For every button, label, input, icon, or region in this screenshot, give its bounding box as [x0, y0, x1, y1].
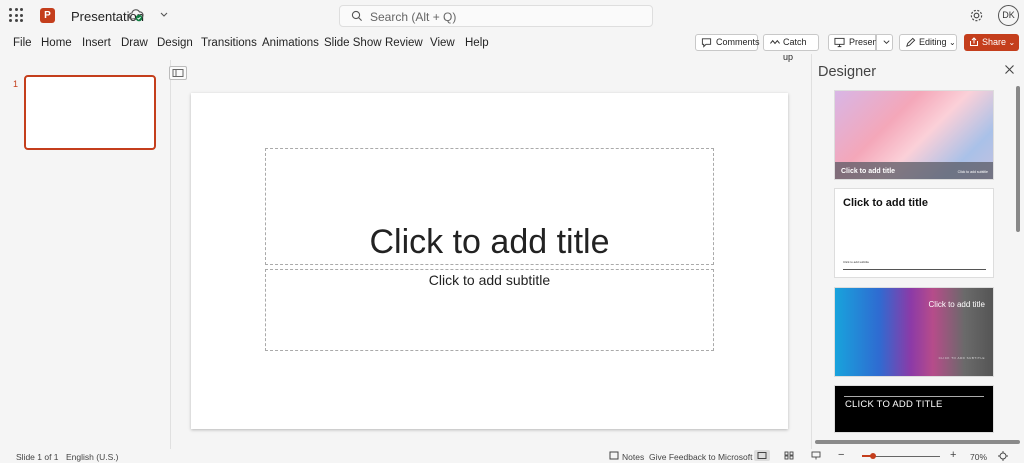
share-button[interactable]: Share ⌄	[964, 34, 1019, 51]
settings-gear-icon[interactable]	[969, 8, 984, 23]
comments-label: Comments	[716, 37, 760, 47]
language-indicator[interactable]: English (U.S.)	[66, 452, 118, 462]
title-bar: P Presentation Search (Alt + Q) DK	[0, 0, 1024, 32]
zoom-in-icon[interactable]: +	[950, 449, 956, 461]
tab-insert[interactable]: Insert	[82, 37, 111, 49]
horizontal-scrollbar[interactable]	[815, 440, 1020, 444]
notes-button[interactable]: Notes	[622, 452, 644, 462]
search-placeholder: Search (Alt + Q)	[370, 10, 457, 24]
fit-to-window-icon[interactable]	[998, 451, 1008, 461]
present-icon	[834, 37, 845, 48]
slide-thumbnail-number: 1	[13, 79, 19, 89]
design-idea-card[interactable]: CLICK TO ADD TITLE	[834, 385, 994, 433]
tab-slide-show[interactable]: Slide Show	[324, 37, 382, 49]
normal-view-icon[interactable]	[754, 450, 770, 461]
tab-review[interactable]: Review	[385, 37, 423, 49]
catch-up-button[interactable]: Catch up	[763, 34, 819, 62]
subtitle-placeholder-text: Click to add subtitle	[428, 272, 551, 288]
present-dropdown[interactable]	[876, 34, 893, 51]
zoom-slider-handle[interactable]	[869, 453, 876, 459]
design-idea-subtitle: CLICK TO ADD SUBTITLE	[938, 356, 985, 360]
chevron-down-icon[interactable]	[158, 8, 170, 22]
search-icon	[351, 10, 362, 21]
design-idea-subtitle: Click to add subtitle	[843, 260, 870, 264]
present-button[interactable]: Present	[828, 34, 880, 51]
tab-transitions[interactable]: Transitions	[201, 37, 257, 49]
design-idea-card[interactable]: Click to add title Click to add subtitle	[834, 90, 994, 180]
catch-up-icon	[770, 39, 780, 45]
tab-view[interactable]: View	[430, 37, 455, 49]
designer-title: Designer	[818, 64, 877, 80]
design-idea-divider	[844, 396, 984, 397]
title-placeholder[interactable]: Click to add title	[265, 148, 714, 265]
comment-icon	[701, 38, 712, 48]
reading-view-icon[interactable]	[811, 451, 821, 460]
catch-up-label: Catch up	[783, 37, 807, 62]
pencil-icon	[906, 37, 916, 47]
cloud-saved-icon	[128, 9, 144, 22]
tab-home[interactable]: Home	[41, 37, 72, 49]
tab-draw[interactable]: Draw	[121, 37, 148, 49]
design-idea-card[interactable]: Click to add title CLICK TO ADD SUBTITLE	[834, 287, 994, 377]
tab-design[interactable]: Design	[157, 37, 193, 49]
search-input[interactable]: Search (Alt + Q)	[339, 5, 653, 27]
chevron-down-icon: ⌄	[1008, 38, 1016, 47]
design-idea-title: Click to add title	[928, 300, 985, 309]
chevron-down-icon: ⌄	[949, 38, 956, 47]
user-avatar[interactable]: DK	[998, 5, 1019, 26]
subtitle-placeholder[interactable]: Click to add subtitle	[265, 269, 714, 351]
design-idea-title: Click to add title	[841, 168, 896, 175]
design-idea-title: CLICK TO ADD TITLE	[845, 399, 943, 410]
zoom-level[interactable]: 70%	[970, 452, 987, 462]
feedback-link[interactable]: Give Feedback to Microsoft	[649, 452, 752, 462]
close-icon[interactable]	[1004, 64, 1015, 75]
notes-icon	[609, 451, 619, 460]
slide-count: Slide 1 of 1	[16, 452, 59, 462]
share-icon	[970, 37, 978, 46]
design-idea-card[interactable]: Click to add title Click to add subtitle	[834, 188, 994, 278]
app-launcher-icon[interactable]	[9, 8, 23, 22]
editing-label: Editing	[919, 37, 947, 47]
design-idea-divider	[843, 269, 986, 270]
navigation-pane-toggle-icon[interactable]	[169, 66, 187, 80]
tab-file[interactable]: File	[13, 37, 32, 49]
share-label: Share	[982, 37, 1007, 47]
design-idea-subtitle: Click to add subtitle	[957, 170, 988, 174]
slide-thumbnail[interactable]	[24, 75, 156, 150]
tab-animations[interactable]: Animations	[262, 37, 319, 49]
slide-sorter-icon[interactable]	[784, 451, 794, 460]
title-placeholder-text: Click to add title	[369, 223, 610, 261]
designer-scrollbar[interactable]	[1016, 86, 1020, 232]
chevron-down-icon	[883, 40, 890, 44]
slide-canvas[interactable]: Click to add title Click to add subtitle	[191, 93, 788, 429]
comments-button[interactable]: Comments	[695, 34, 760, 51]
powerpoint-logo-icon: P	[40, 8, 55, 23]
design-idea-title: Click to add title	[843, 197, 928, 209]
editing-mode-button[interactable]: Editing ⌄	[899, 34, 957, 51]
tab-help[interactable]: Help	[465, 37, 489, 49]
zoom-out-icon[interactable]: −	[838, 449, 844, 461]
